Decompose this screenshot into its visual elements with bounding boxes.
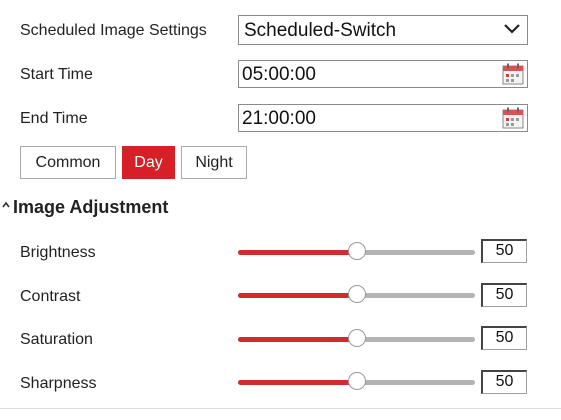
slider-fill [238,380,357,385]
slider-fill [238,250,357,255]
saturation-value-input[interactable]: 50 [481,326,527,350]
saturation-label: Saturation [20,331,93,348]
end-time-value: 21:00:00 [242,108,316,129]
schedule-label: Scheduled Image Settings [20,22,207,39]
sharpness-value-input[interactable]: 50 [481,370,527,394]
sharpness-slider[interactable] [238,372,475,392]
start-time-value: 05:00:00 [242,64,316,85]
calendar-icon[interactable] [502,63,524,85]
collapse-caret-icon[interactable] [1,200,11,210]
contrast-value-input[interactable]: 50 [481,283,527,307]
schedule-select[interactable]: Scheduled-Switch [238,15,528,45]
contrast-slider[interactable] [238,285,475,305]
chevron-down-icon [504,24,520,34]
saturation-slider[interactable] [238,329,475,349]
end-time-input[interactable]: 21:00:00 [238,104,528,132]
slider-thumb[interactable] [347,329,366,347]
image-adjustment-title[interactable]: Image Adjustment [13,197,168,218]
night-button[interactable]: Night [181,146,247,179]
brightness-label: Brightness [20,244,96,261]
start-time-input[interactable]: 05:00:00 [238,60,528,88]
slider-fill [238,293,357,298]
common-button[interactable]: Common [20,146,116,179]
divider [0,408,561,409]
brightness-slider[interactable] [238,242,475,262]
calendar-icon[interactable] [502,107,524,129]
schedule-select-value: Scheduled-Switch [244,20,397,41]
sharpness-label: Sharpness [20,375,97,392]
slider-thumb[interactable] [347,285,366,303]
brightness-value-input[interactable]: 50 [481,239,527,263]
start-time-label: Start Time [20,66,93,83]
day-button[interactable]: Day [122,146,175,179]
slider-fill [238,337,357,342]
contrast-label: Contrast [20,288,81,305]
end-time-label: End Time [20,110,88,127]
slider-thumb[interactable] [347,372,366,390]
slider-thumb[interactable] [347,242,366,260]
